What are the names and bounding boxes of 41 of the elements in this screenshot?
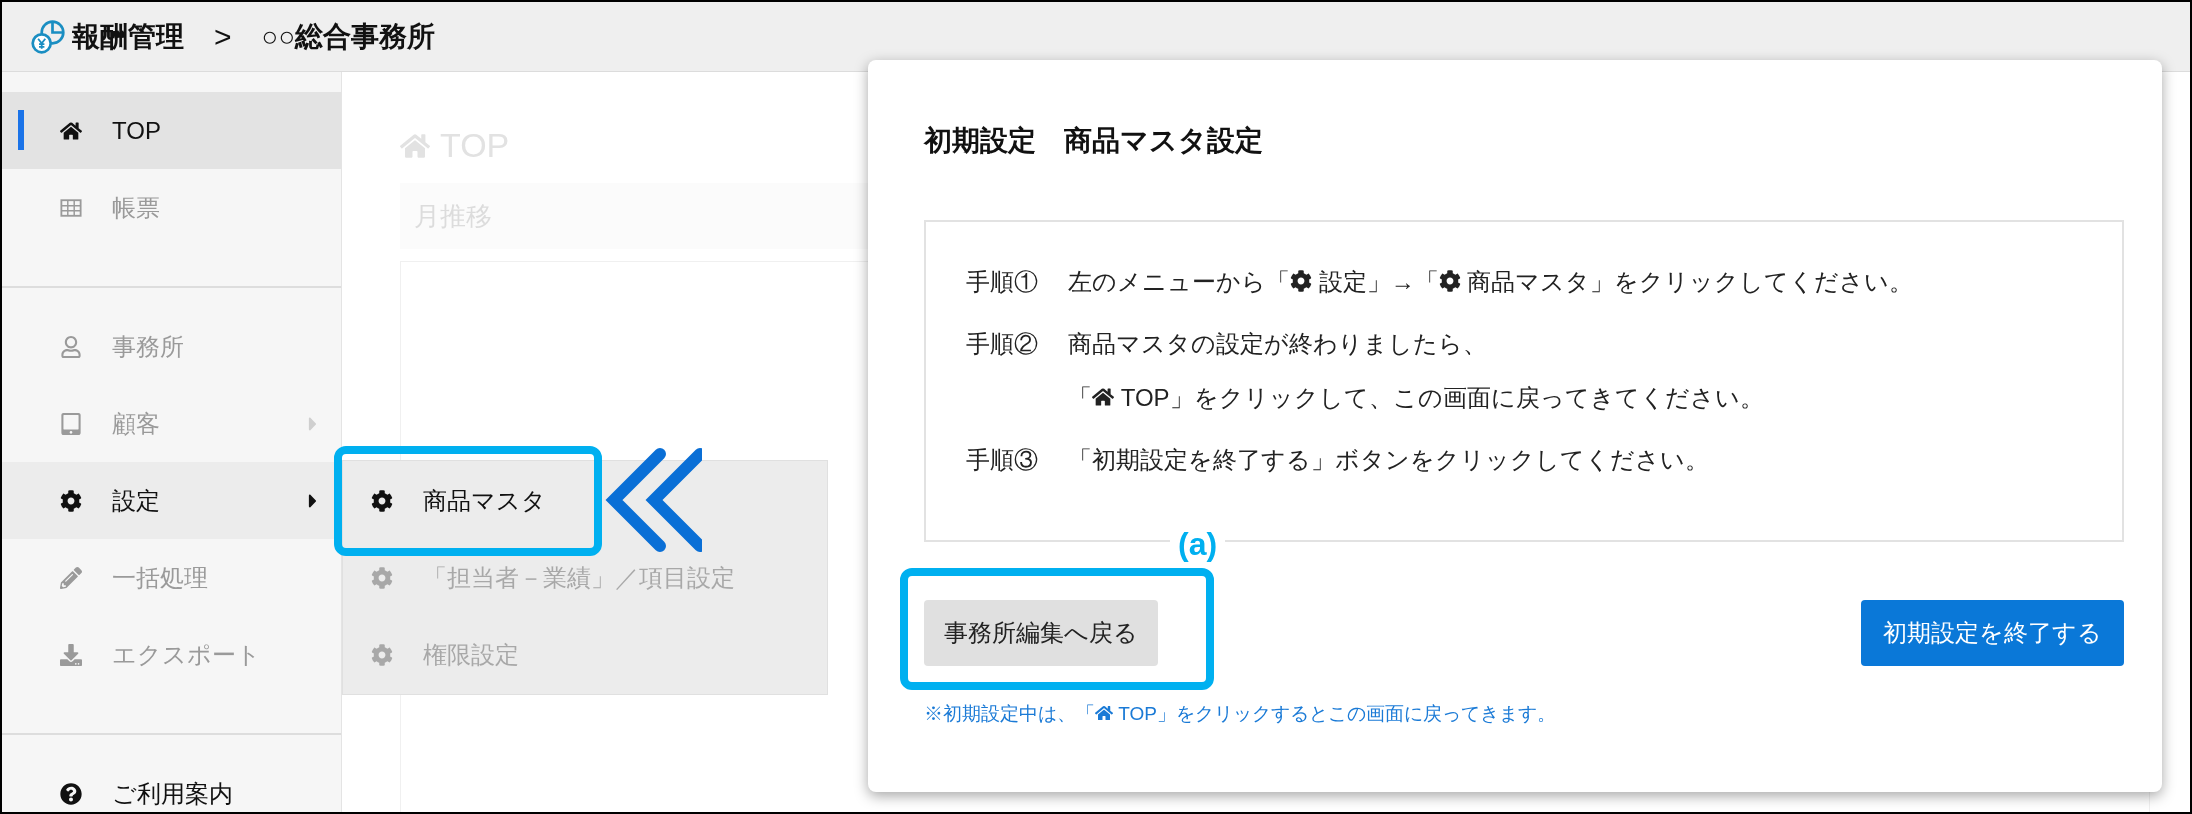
- sidebar-item[interactable]: 帳票: [2, 169, 341, 246]
- submenu-item[interactable]: 「担当者－業績」／項目設定: [343, 539, 827, 616]
- step-text: 商品マスタの設定が終わりましたら、: [1068, 329, 1488, 359]
- step-label: 手順①: [966, 267, 1038, 297]
- help-icon: [60, 782, 82, 805]
- user-icon: [60, 335, 82, 358]
- office-name: ○○総合事務所: [261, 19, 436, 54]
- dialog-title: 初期設定 商品マスタ設定: [924, 124, 1264, 158]
- step-text: 「 TOP」をクリックして、この画面に戻ってきてください。: [1068, 383, 1764, 413]
- sidebar-item[interactable]: 事務所: [2, 308, 341, 385]
- dialog-note: ※初期設定中は、「 TOP」をクリックするとこの画面に戻ってきます。: [924, 702, 1557, 726]
- step-text: 左のメニューから「 設定」→「 商品マスタ」をクリックしてください。: [1068, 267, 1914, 297]
- home-icon: [1092, 386, 1114, 408]
- tablet-icon: [60, 412, 82, 435]
- sidebar-item[interactable]: ご利用案内: [2, 755, 341, 812]
- breadcrumb-separator: >: [214, 19, 232, 55]
- gear-icon: [1438, 270, 1461, 292]
- back-button[interactable]: 事務所編集へ戻る: [924, 600, 1158, 666]
- active-indicator: [18, 110, 24, 150]
- step-label: 手順③: [966, 445, 1038, 475]
- download-icon: [60, 643, 82, 666]
- pencil-icon: [60, 566, 82, 589]
- gear-icon: [1290, 270, 1312, 292]
- step-label: 手順②: [966, 329, 1038, 359]
- gear-icon: [60, 489, 82, 512]
- sidebar-item[interactable]: 一括処理: [2, 539, 341, 616]
- gear-icon: [371, 566, 393, 589]
- step-text: 「初期設定を終了する」ボタンをクリックしてください。: [1068, 445, 1709, 475]
- sidebar-item[interactable]: TOP: [2, 92, 341, 169]
- app-title: 報酬管理: [72, 19, 184, 54]
- home-icon: [1095, 704, 1113, 722]
- submenu-item[interactable]: 商品マスタ: [343, 462, 827, 539]
- gear-icon: [371, 643, 393, 666]
- finish-button[interactable]: 初期設定を終了する: [1861, 600, 2124, 666]
- logo-icon: [30, 18, 66, 55]
- table-icon: [60, 196, 82, 219]
- sidebar-item[interactable]: エクスポート: [2, 616, 341, 693]
- gear-icon: [371, 489, 393, 512]
- submenu-item[interactable]: 権限設定: [343, 616, 827, 693]
- home-icon: [60, 119, 82, 142]
- sidebar-item[interactable]: 顧客: [2, 385, 341, 462]
